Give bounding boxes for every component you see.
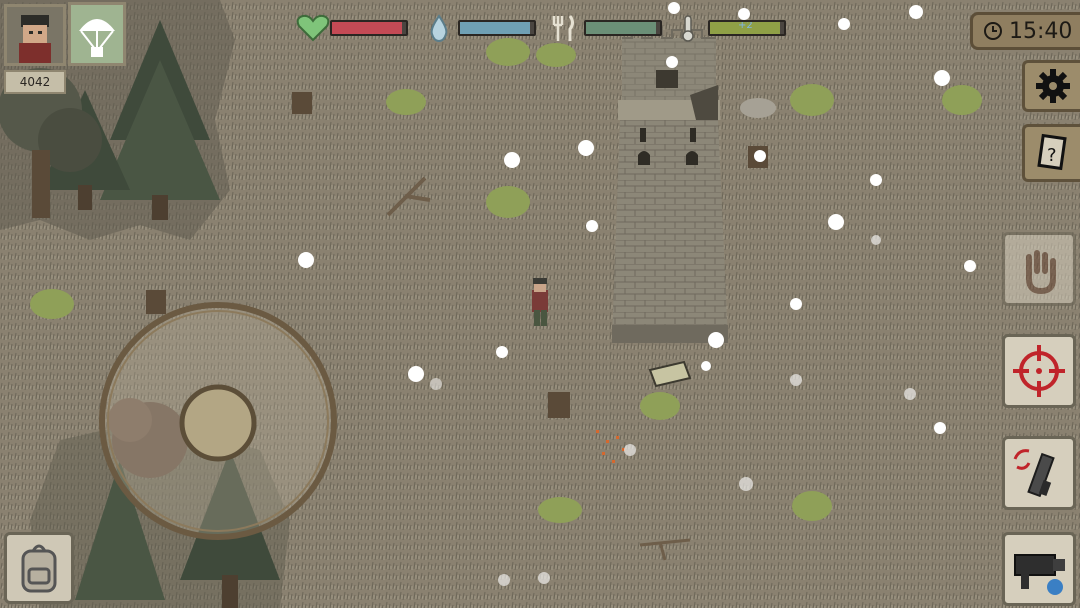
- thirst-meter: [458, 20, 536, 36]
- bush: [386, 89, 426, 115]
- grab-button[interactable]: [1002, 232, 1076, 306]
- bush: [30, 289, 74, 319]
- health-meter: [330, 20, 408, 36]
- aim-button[interactable]: [1002, 334, 1076, 408]
- score-counter: 4042: [4, 70, 66, 94]
- temperature-meter: +2: [708, 20, 786, 36]
- avatar: [7, 7, 63, 63]
- clock-time: 15:40: [1009, 18, 1073, 44]
- hunger-meter: [584, 20, 662, 36]
- bush: [792, 491, 832, 521]
- bush: [790, 84, 834, 116]
- game-clock: 15:40: [970, 12, 1080, 50]
- health-stat: [296, 14, 408, 42]
- heart-icon: [296, 14, 330, 42]
- water-drop-icon: [430, 14, 448, 43]
- rifle-swap-icon: [1013, 449, 1055, 498]
- secondary-weapon-button[interactable]: [1002, 532, 1076, 606]
- stone-tower: [612, 29, 728, 343]
- game-world: [0, 0, 1080, 608]
- crosshair-icon: [1013, 345, 1065, 397]
- quests-button[interactable]: ?: [1022, 124, 1080, 182]
- bush: [538, 497, 582, 523]
- svg-text:?: ?: [1047, 145, 1057, 166]
- backpack-button[interactable]: [4, 532, 74, 604]
- tree-stump: [292, 92, 312, 114]
- player-portrait[interactable]: [4, 4, 66, 66]
- joystick-knob[interactable]: [179, 384, 257, 462]
- temperature-indicator: +2: [738, 20, 753, 31]
- quest-scroll-icon: ?: [1037, 133, 1067, 171]
- player-character: [532, 278, 548, 326]
- hand-icon: [1026, 250, 1056, 295]
- bush: [486, 38, 530, 66]
- rock: [740, 98, 776, 118]
- clock-icon: [984, 22, 1002, 40]
- temperature-stat: +2: [676, 14, 786, 42]
- backpack-icon: [21, 544, 57, 593]
- parachute-icon: [79, 19, 115, 57]
- bush: [942, 85, 982, 115]
- thermometer-icon: [682, 15, 694, 42]
- tree-stump: [146, 290, 166, 314]
- hunger-stat: [548, 14, 662, 42]
- camera-weapon-icon: [1014, 554, 1065, 595]
- airdrop-button[interactable]: [68, 2, 126, 66]
- thirst-stat: [426, 14, 536, 43]
- settings-button[interactable]: [1022, 60, 1080, 112]
- gear-icon: [1036, 69, 1070, 103]
- fork-knife-icon: [552, 15, 574, 41]
- score-value: 4042: [19, 75, 51, 89]
- swap-weapon-button[interactable]: [1002, 436, 1076, 510]
- bush: [486, 186, 530, 218]
- bush: [536, 43, 576, 67]
- tree-stump: [548, 392, 570, 418]
- bush: [640, 392, 680, 420]
- virtual-joystick[interactable]: [99, 302, 337, 540]
